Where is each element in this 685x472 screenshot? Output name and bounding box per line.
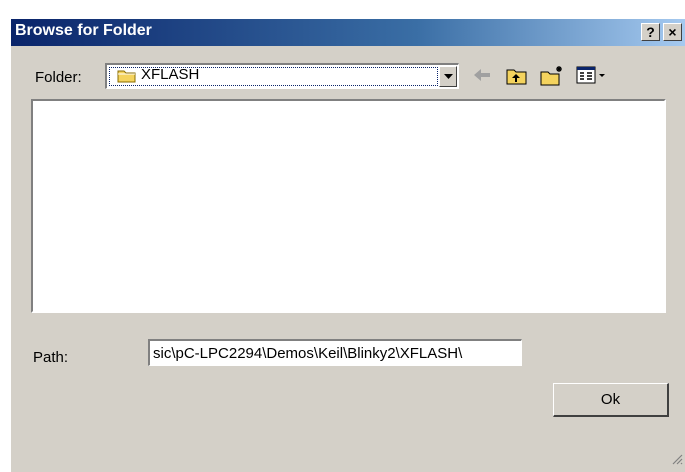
up-folder-icon[interactable]: [505, 65, 529, 92]
close-button[interactable]: ×: [663, 23, 682, 41]
title-bar[interactable]: Browse for Folder ? ×: [11, 19, 685, 46]
browse-folder-dialog: Browse for Folder ? × Folder: XFLASH Pat…: [10, 18, 685, 472]
folder-value: XFLASH: [141, 66, 200, 83]
ok-button[interactable]: Ok: [553, 383, 669, 417]
folder-icon: [117, 68, 137, 89]
window-title: Browse for Folder: [15, 22, 152, 39]
resize-grip-icon[interactable]: [671, 452, 683, 470]
views-icon[interactable]: [576, 65, 610, 90]
path-input[interactable]: [148, 339, 522, 366]
folder-list-view[interactable]: [31, 99, 666, 313]
help-button[interactable]: ?: [641, 23, 660, 41]
new-folder-icon[interactable]: [539, 65, 565, 92]
dropdown-button[interactable]: [439, 66, 457, 87]
back-arrow-icon[interactable]: [471, 65, 493, 90]
chevron-down-icon: [444, 74, 453, 79]
folder-label: Folder:: [35, 69, 82, 86]
path-label: Path:: [33, 349, 69, 366]
folder-combobox[interactable]: XFLASH: [105, 63, 459, 89]
